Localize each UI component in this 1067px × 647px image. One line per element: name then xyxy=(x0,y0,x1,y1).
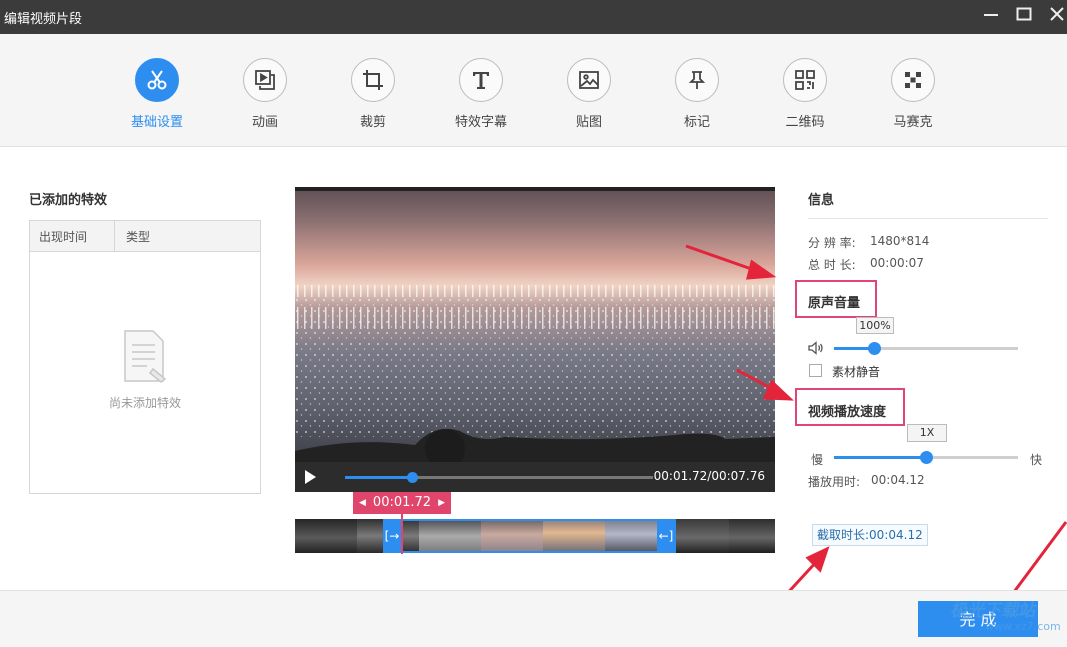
fast-label: 快 xyxy=(1030,453,1043,467)
slow-label: 慢 xyxy=(811,453,824,467)
playtime-value: 00:04.12 xyxy=(871,473,925,487)
tab-label: 裁剪 xyxy=(359,115,386,130)
close-icon[interactable] xyxy=(1046,6,1067,28)
time-cursor-line[interactable] xyxy=(401,514,403,554)
clip-selection-range[interactable] xyxy=(383,519,676,553)
speed-value-tip: 1X xyxy=(907,424,947,442)
time-cursor-label[interactable]: ◀ 00:01.72 ▶ xyxy=(353,492,451,514)
effects-table: 出现时间 类型 尚未添加特效 xyxy=(29,220,261,494)
volume-slider-knob[interactable] xyxy=(868,342,881,355)
animation-icon xyxy=(243,58,287,102)
tool-tabs: 基础设置 动画 裁剪 特效字幕 贴图 标记 二维码 马赛克 xyxy=(0,34,1067,147)
video-preview[interactable] xyxy=(295,187,775,462)
window-title: 编辑视频片段 xyxy=(4,12,83,27)
resolution-label: 分 辨 率: xyxy=(808,236,856,250)
text-t-icon xyxy=(459,58,503,102)
tab-crop[interactable]: 裁剪 xyxy=(333,58,413,130)
progress-fill xyxy=(345,476,413,479)
tab-qrcode[interactable]: 二维码 xyxy=(765,58,845,130)
speed-slider-knob[interactable] xyxy=(920,451,933,464)
resolution-value: 1480*814 xyxy=(870,234,930,248)
info-title: 信息 xyxy=(808,193,835,208)
tab-basic-settings[interactable]: 基础设置 xyxy=(117,58,197,130)
speed-title: 视频播放速度 xyxy=(808,405,887,420)
mosaic-icon xyxy=(891,58,935,102)
watermark-logo: 极光下载站 xyxy=(950,601,1035,621)
playback-time: 00:01.72/00:07.76 xyxy=(653,469,765,483)
pin-icon xyxy=(675,58,719,102)
mute-checkbox[interactable] xyxy=(809,364,822,377)
scissors-icon xyxy=(135,58,179,102)
tab-label: 基础设置 xyxy=(130,115,183,130)
maximize-icon[interactable] xyxy=(1013,6,1035,28)
effects-panel-title: 已添加的特效 xyxy=(29,193,108,208)
tab-label: 标记 xyxy=(683,115,710,130)
empty-state-text: 尚未添加特效 xyxy=(108,396,181,410)
playback-progress-bar[interactable] xyxy=(345,472,653,483)
tab-label: 动画 xyxy=(251,115,278,130)
speed-slider[interactable] xyxy=(834,451,1018,464)
tab-marker[interactable]: 标记 xyxy=(657,58,737,130)
tab-label: 特效字幕 xyxy=(454,115,507,130)
watermark-url: www.xz7.com xyxy=(985,620,1061,633)
tab-mosaic[interactable]: 马赛克 xyxy=(873,58,953,130)
play-icon[interactable] xyxy=(305,470,316,484)
duration-label: 总 时 长: xyxy=(808,258,856,272)
playtime-label: 播放用时: xyxy=(808,475,861,489)
crop-icon xyxy=(351,58,395,102)
tab-sticker[interactable]: 贴图 xyxy=(549,58,629,130)
column-header-type: 类型 xyxy=(126,230,151,244)
image-icon xyxy=(567,58,611,102)
video-frame-image xyxy=(295,187,775,462)
tab-subtitle-effects[interactable]: 特效字幕 xyxy=(441,58,521,130)
cursor-time: 00:01.72 xyxy=(372,495,432,510)
clip-end-handle[interactable]: ←] xyxy=(657,519,675,553)
mute-label: 素材静音 xyxy=(832,365,881,379)
cursor-right-arrow-icon[interactable]: ▶ xyxy=(438,492,445,514)
footer-bar xyxy=(0,590,1067,647)
empty-document-icon xyxy=(123,329,169,388)
minimize-icon[interactable] xyxy=(980,6,1002,28)
volume-title: 原声音量 xyxy=(808,296,861,311)
tab-label: 二维码 xyxy=(785,115,825,130)
tab-label: 马赛克 xyxy=(893,115,933,130)
volume-value-tip: 100% xyxy=(856,317,894,334)
clip-length-label: 截取时长:00:04.12 xyxy=(812,524,928,546)
progress-knob[interactable] xyxy=(407,472,418,483)
speaker-icon[interactable] xyxy=(808,341,824,358)
volume-slider[interactable] xyxy=(834,342,1018,355)
duration-value: 00:00:07 xyxy=(870,256,924,270)
player-controls: 00:01.72/00:07.76 xyxy=(295,462,775,492)
tab-animation[interactable]: 动画 xyxy=(225,58,305,130)
clip-start-handle[interactable]: [→ xyxy=(383,519,401,553)
effects-table-header: 出现时间 类型 xyxy=(30,221,260,252)
column-header-time: 出现时间 xyxy=(39,230,88,244)
title-bar: 编辑视频片段 xyxy=(0,0,1067,34)
qrcode-icon xyxy=(783,58,827,102)
cursor-left-arrow-icon[interactable]: ◀ xyxy=(359,492,366,514)
tab-label: 贴图 xyxy=(575,115,602,130)
